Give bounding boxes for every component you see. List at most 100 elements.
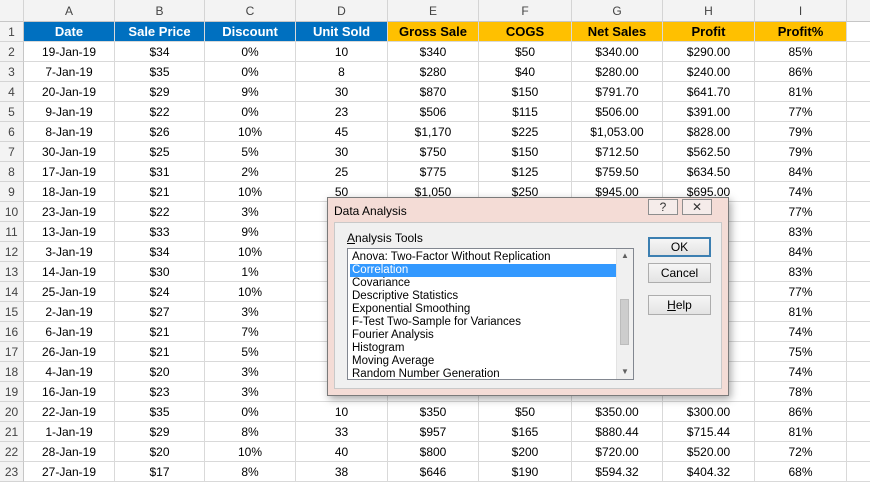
row-header[interactable]: 16 [0,322,24,342]
empty-cell[interactable] [847,222,870,242]
cell-sale-price[interactable]: $30 [115,262,205,282]
close-icon[interactable]: ✕ [682,199,712,215]
row-header[interactable]: 6 [0,122,24,142]
row-header[interactable]: 17 [0,342,24,362]
cell-cogs[interactable]: $150 [479,142,572,162]
empty-cell[interactable] [847,462,870,482]
cell-profit-pct[interactable]: 77% [755,102,847,122]
cell-sale-price[interactable]: $35 [115,402,205,422]
cell-net-sales[interactable]: $340.00 [572,42,663,62]
list-item[interactable]: Fourier Analysis [350,329,619,342]
empty-cell[interactable] [847,362,870,382]
cell-sale-price[interactable]: $21 [115,182,205,202]
cell-date[interactable]: 26-Jan-19 [24,342,115,362]
row-header[interactable]: 12 [0,242,24,262]
cell-gross-sale[interactable]: $350 [388,402,479,422]
cell-profit[interactable]: $641.70 [663,82,755,102]
cell-profit[interactable]: $391.00 [663,102,755,122]
cell-sale-price[interactable]: $25 [115,142,205,162]
cell-sale-price[interactable]: $31 [115,162,205,182]
cell-date[interactable]: 13-Jan-19 [24,222,115,242]
cell-profit-pct[interactable]: 77% [755,202,847,222]
cell-cogs[interactable]: $200 [479,442,572,462]
row-header[interactable]: 19 [0,382,24,402]
empty-cell[interactable] [847,442,870,462]
cell-profit-pct[interactable]: 79% [755,142,847,162]
help-question-icon[interactable]: ? [648,199,678,215]
row-header[interactable]: 15 [0,302,24,322]
cell-cogs[interactable]: $190 [479,462,572,482]
list-item[interactable]: Descriptive Statistics [350,290,619,303]
cell-discount[interactable]: 9% [205,222,296,242]
cell-profit-pct[interactable]: 75% [755,342,847,362]
cell-date[interactable]: 17-Jan-19 [24,162,115,182]
cell-unit-sold[interactable]: 8 [296,62,388,82]
cell-net-sales[interactable]: $720.00 [572,442,663,462]
column-header-h[interactable]: H [663,0,755,22]
row-header[interactable]: 2 [0,42,24,62]
header-cell-unit-sold[interactable]: Unit Sold [296,22,388,42]
cell-unit-sold[interactable]: 10 [296,402,388,422]
cell-net-sales[interactable]: $1,053.00 [572,122,663,142]
cell-profit-pct[interactable]: 79% [755,122,847,142]
empty-cell[interactable] [847,322,870,342]
empty-cell[interactable] [847,22,870,42]
list-item[interactable]: Exponential Smoothing [350,303,619,316]
cell-discount[interactable]: 10% [205,282,296,302]
cell-sale-price[interactable]: $22 [115,102,205,122]
cell-sale-price[interactable]: $26 [115,122,205,142]
cell-profit-pct[interactable]: 74% [755,182,847,202]
cell-discount[interactable]: 10% [205,182,296,202]
row-header[interactable]: 14 [0,282,24,302]
cell-gross-sale[interactable]: $957 [388,422,479,442]
cell-gross-sale[interactable]: $775 [388,162,479,182]
empty-cell[interactable] [847,262,870,282]
cell-sale-price[interactable]: $21 [115,322,205,342]
row-header[interactable]: 13 [0,262,24,282]
cell-date[interactable]: 4-Jan-19 [24,362,115,382]
empty-cell[interactable] [847,42,870,62]
cell-net-sales[interactable]: $280.00 [572,62,663,82]
row-header[interactable]: 3 [0,62,24,82]
header-cell-profit-pct[interactable]: Profit% [755,22,847,42]
cell-date[interactable]: 22-Jan-19 [24,402,115,422]
cell-date[interactable]: 2-Jan-19 [24,302,115,322]
cell-sale-price[interactable]: $29 [115,82,205,102]
cell-net-sales[interactable]: $791.70 [572,82,663,102]
cell-sale-price[interactable]: $20 [115,442,205,462]
cell-discount[interactable]: 3% [205,302,296,322]
cell-net-sales[interactable]: $594.32 [572,462,663,482]
list-item[interactable]: F-Test Two-Sample for Variances [350,316,619,329]
header-cell-cogs[interactable]: COGS [479,22,572,42]
header-cell-net-sales[interactable]: Net Sales [572,22,663,42]
cell-gross-sale[interactable]: $340 [388,42,479,62]
empty-cell[interactable] [847,182,870,202]
cell-profit-pct[interactable]: 78% [755,382,847,402]
column-header-d[interactable]: D [296,0,388,22]
column-header-g[interactable]: G [572,0,663,22]
cell-net-sales[interactable]: $712.50 [572,142,663,162]
cell-date[interactable]: 18-Jan-19 [24,182,115,202]
cell-gross-sale[interactable]: $800 [388,442,479,462]
cell-sale-price[interactable]: $27 [115,302,205,322]
column-header-i[interactable]: I [755,0,847,22]
header-cell-discount[interactable]: Discount [205,22,296,42]
cell-discount[interactable]: 8% [205,462,296,482]
cell-profit-pct[interactable]: 74% [755,362,847,382]
cell-date[interactable]: 16-Jan-19 [24,382,115,402]
list-item[interactable]: Anova: Two-Factor Without Replication [350,251,619,264]
cell-profit[interactable]: $715.44 [663,422,755,442]
row-header[interactable]: 21 [0,422,24,442]
cell-discount[interactable]: 5% [205,142,296,162]
cell-date[interactable]: 19-Jan-19 [24,42,115,62]
cell-discount[interactable]: 10% [205,442,296,462]
cell-profit-pct[interactable]: 81% [755,422,847,442]
header-cell-date[interactable]: Date [24,22,115,42]
column-header-f[interactable]: F [479,0,572,22]
cell-profit-pct[interactable]: 86% [755,402,847,422]
cell-net-sales[interactable]: $350.00 [572,402,663,422]
cell-cogs[interactable]: $115 [479,102,572,122]
cell-gross-sale[interactable]: $870 [388,82,479,102]
cell-sale-price[interactable]: $33 [115,222,205,242]
cell-profit[interactable]: $562.50 [663,142,755,162]
